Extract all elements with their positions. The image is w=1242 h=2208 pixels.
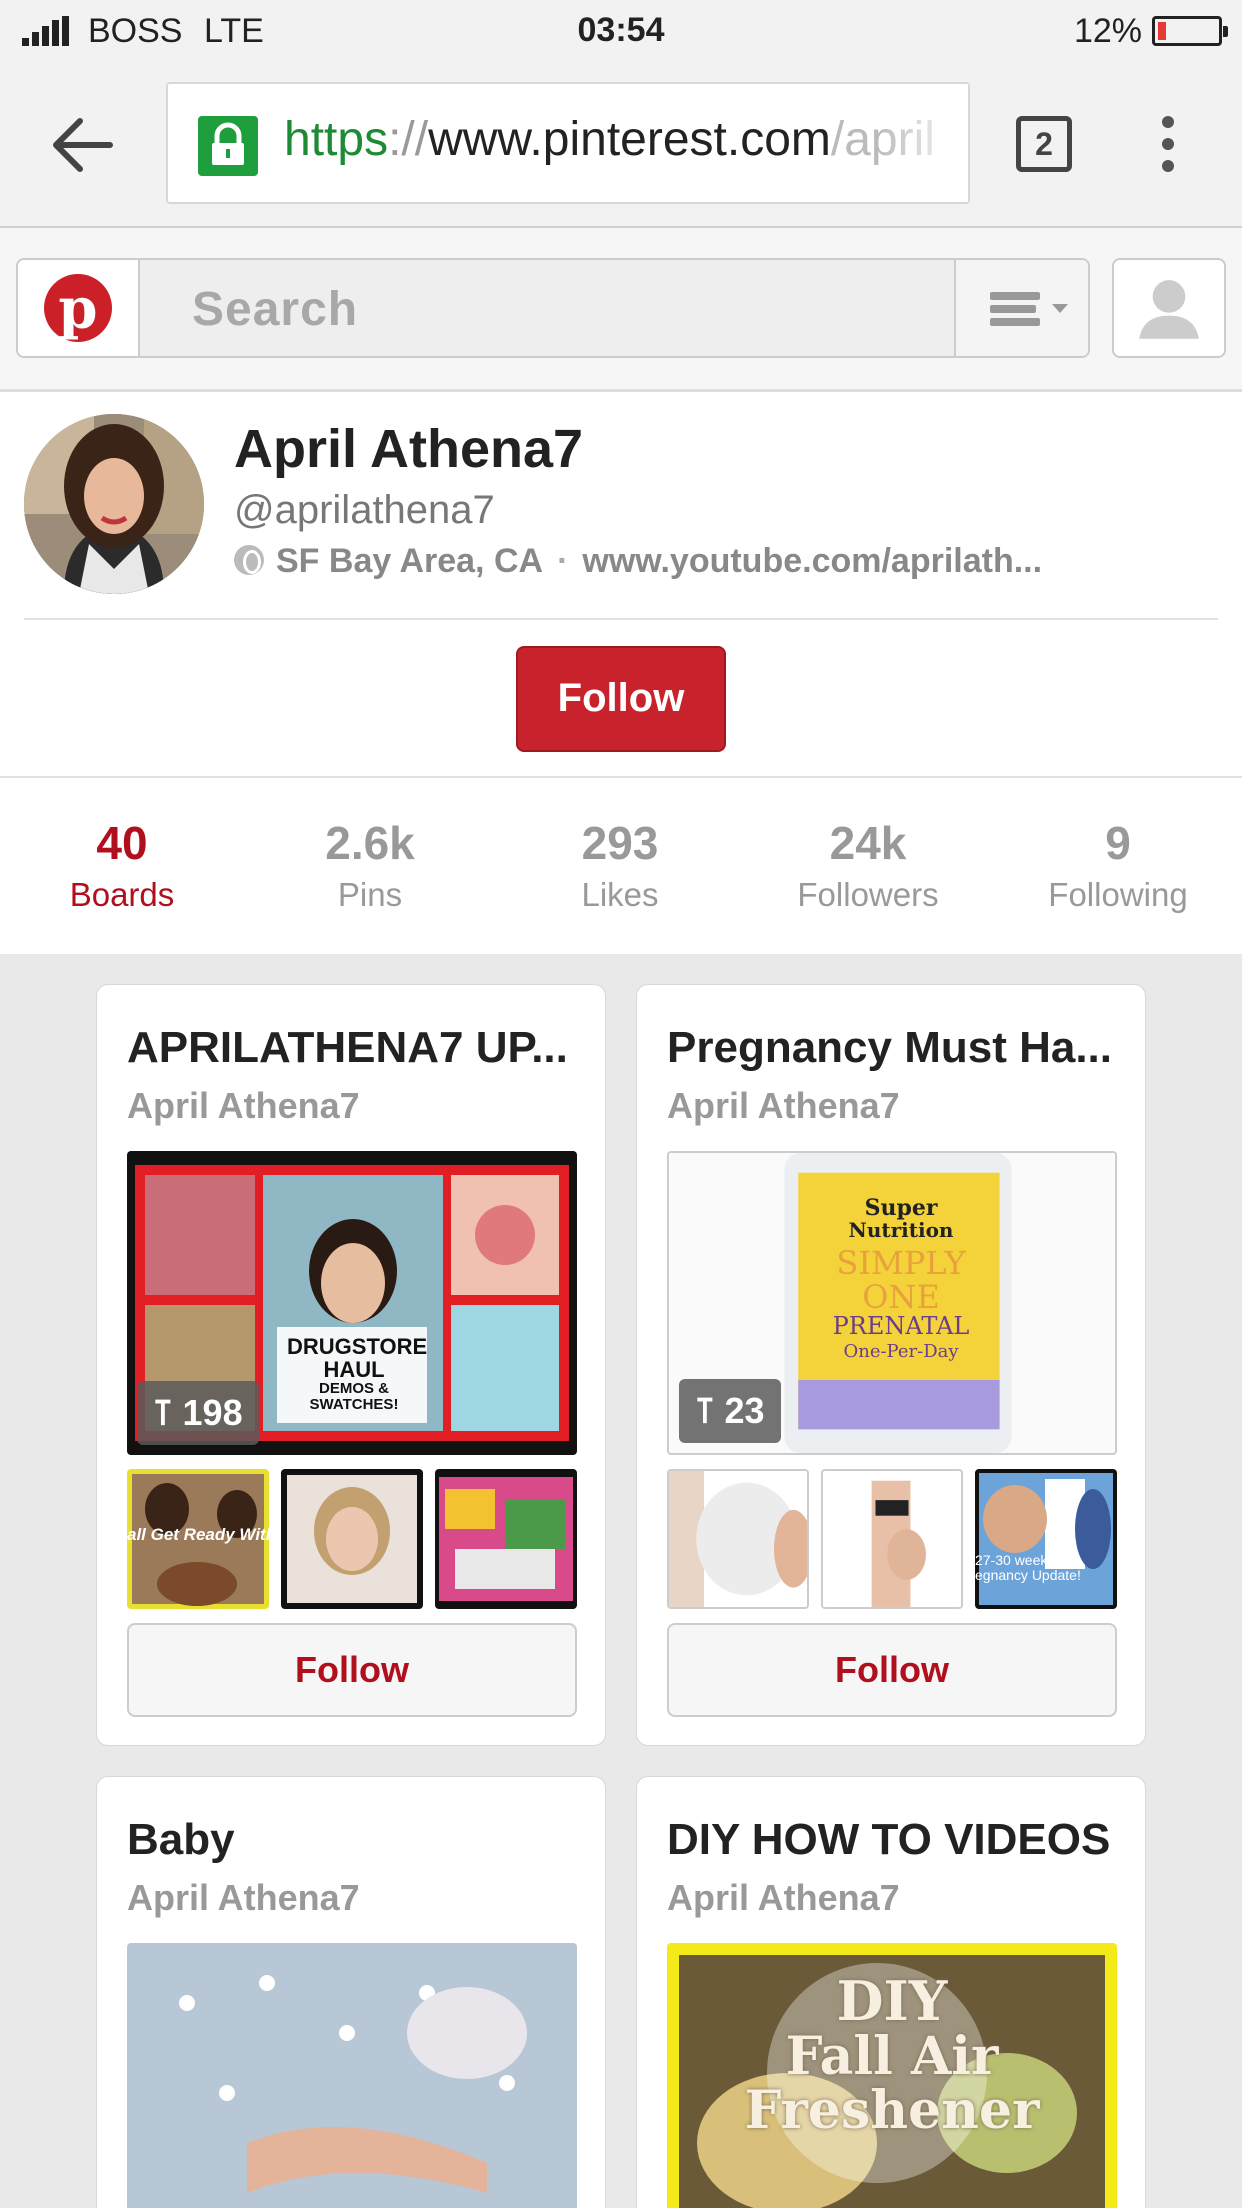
divider [24, 618, 1218, 620]
profile-meta: SF Bay Area, CA · www.youtube.com/aprilath… [234, 542, 1042, 581]
board-cover[interactable]: Super Nutrition SIMPLY ONE PRENATAL One-… [667, 1151, 1117, 1455]
overflow-menu-icon[interactable] [1150, 112, 1190, 176]
board-cover[interactable]: DRUGSTORE HAUL DEMOS & SWATCHES! ⊺ 198 [127, 1151, 577, 1455]
board-thumbnails: 27-30 weeks egnancy Update! [667, 1469, 1117, 1609]
clock: 03:54 [577, 11, 665, 49]
site-header: p Search [0, 228, 1242, 392]
profile-location: SF Bay Area, CA [276, 542, 544, 580]
pin-icon: ⊺ [153, 1392, 183, 1433]
tabs-icon[interactable]: 2 [1016, 116, 1072, 172]
board-title[interactable]: APRILATHENA7 UP... [127, 1023, 577, 1073]
status-bar: BOSS LTE 03:54 12% [0, 0, 1242, 62]
battery-icon [1152, 16, 1228, 46]
search-input[interactable]: Search [192, 282, 358, 337]
profile-stats: 40 Boards 2.6k Pins 293 Likes 24k Followers … [0, 776, 1242, 954]
profile-header: April Athena7 @aprilathena7 SF Bay Area,… [0, 392, 1242, 776]
address-bar[interactable]: https://www.pinterest.com/april [166, 82, 970, 204]
board-card[interactable]: APRILATHENA7 UP... April Athena7 DRUGSTO… [96, 984, 606, 1746]
follow-board-button[interactable]: Follow [127, 1623, 577, 1717]
thumbnail[interactable]: 27-30 weeks egnancy Update! [975, 1469, 1117, 1609]
board-cover[interactable]: ⊺ 73 [127, 1943, 577, 2208]
profile-website-link[interactable]: www.youtube.com/aprilath... [582, 542, 1042, 580]
cover-caption: DRUGSTORE HAUL DEMOS & SWATCHES! [287, 1334, 428, 1413]
thumbnail[interactable]: all Get Ready With [127, 1469, 269, 1609]
board-owner[interactable]: April Athena7 [667, 1877, 900, 1919]
stat-likes[interactable]: 293 Likes [520, 816, 720, 914]
home-button[interactable]: p [18, 260, 140, 356]
board-owner[interactable]: April Athena7 [127, 1877, 360, 1919]
pinterest-logo-icon: p [44, 274, 112, 342]
stat-pins[interactable]: 2.6k Pins [270, 816, 470, 914]
url-text: https://www.pinterest.com/april [284, 113, 935, 166]
board-owner[interactable]: April Athena7 [667, 1085, 900, 1127]
pin-icon: ⊺ [695, 1390, 725, 1431]
cover-caption: Super Nutrition SIMPLY ONE PRENATAL One-… [832, 1195, 970, 1363]
board-thumbnails: all Get Ready With [127, 1469, 577, 1609]
boards-grid: APRILATHENA7 UP... April Athena7 DRUGSTO… [0, 954, 1242, 2208]
board-card[interactable]: Pregnancy Must Ha... April Athena7 Super… [636, 984, 1146, 1746]
pin-count-badge: ⊺ 198 [137, 1381, 259, 1445]
menu-filter-icon[interactable] [954, 260, 1088, 356]
battery-percent: 12% [1073, 12, 1142, 50]
thumbnail[interactable] [667, 1469, 809, 1609]
thumbnail[interactable] [281, 1469, 423, 1609]
pin-count-badge: ⊺ 23 [679, 1379, 781, 1443]
follow-profile-button[interactable]: Follow [516, 646, 726, 752]
board-owner[interactable]: April Athena7 [127, 1085, 360, 1127]
cover-caption: DIY Fall Air Freshener [744, 1969, 1040, 2142]
stat-boards[interactable]: 40 Boards [22, 816, 222, 914]
user-icon[interactable] [1112, 258, 1226, 358]
meta-separator: · [557, 542, 569, 580]
follow-board-button[interactable]: Follow [667, 1623, 1117, 1717]
browser-toolbar: https://www.pinterest.com/april 2 [0, 62, 1242, 228]
board-title[interactable]: Pregnancy Must Ha... [667, 1023, 1117, 1073]
thumbnail-caption: 27-30 weeks egnancy Update! [975, 1552, 1081, 1584]
board-title[interactable]: Baby [127, 1815, 577, 1865]
lock-icon [198, 116, 258, 176]
board-title[interactable]: DIY HOW TO VIDEOS [667, 1815, 1117, 1865]
globe-icon [234, 545, 264, 575]
thumbnail[interactable] [435, 1469, 577, 1609]
thumbnail-caption: all Get Ready With [127, 1525, 269, 1544]
search-bar[interactable]: p Search [16, 258, 1090, 358]
back-arrow-icon[interactable] [48, 110, 118, 180]
profile-handle: @aprilathena7 [234, 488, 495, 532]
avatar [24, 414, 204, 594]
board-card[interactable]: Baby April Athena7 ⊺ 73 [96, 1776, 606, 2208]
profile-name: April Athena7 [234, 419, 584, 479]
stat-followers[interactable]: 24k Followers [768, 816, 968, 914]
thumbnail[interactable] [821, 1469, 963, 1609]
board-cover[interactable]: DIY Fall Air Freshener ⊺ 26 [667, 1943, 1117, 2208]
stat-following[interactable]: 9 Following [1018, 816, 1218, 914]
board-card[interactable]: DIY HOW TO VIDEOS April Athena7 DIY Fall… [636, 1776, 1146, 2208]
